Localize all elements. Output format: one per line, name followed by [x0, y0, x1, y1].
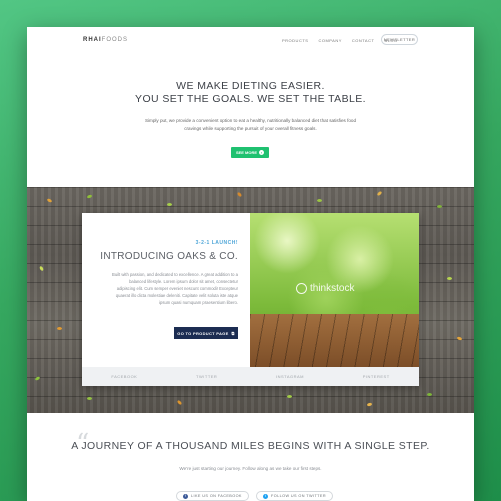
leaf-decoration	[46, 197, 53, 204]
feature-body: Built with passion, and dedicated to exc…	[112, 272, 238, 305]
leaf-decoration	[167, 203, 172, 206]
watermark-ring-icon	[296, 283, 307, 294]
quote-text: A JOURNEY OF A THOUSAND MILES BEGINS WIT…	[71, 440, 430, 452]
landing-page: RHAIFOODS PRODUCTS COMPANY CONTACT BLOG …	[27, 27, 474, 501]
feature-card: 3-2-1 LAUNCH! INTRODUCING OAKS & CO. Bui…	[82, 213, 419, 386]
leaf-decoration	[34, 375, 41, 382]
twitter-follow-label: FOLLOW US ON TWITTER	[271, 494, 326, 498]
leaf-decoration	[86, 194, 93, 199]
leaf-decoration	[427, 393, 432, 396]
logo-light-text: FOODS	[101, 37, 129, 43]
logo-bold-text: RHAI	[83, 37, 102, 43]
feature-eyebrow: 3-2-1 LAUNCH!	[195, 240, 238, 246]
facebook-like-button[interactable]: f LIKE US ON FACEBOOK	[176, 491, 249, 501]
feature-title: INTRODUCING OAKS & CO.	[100, 251, 238, 262]
leaf-decoration	[437, 205, 442, 208]
hero-title-line-2: YOU SET THE GOALS. WE SET THE TABLE.	[135, 93, 366, 105]
feature-card-content: 3-2-1 LAUNCH! INTRODUCING OAKS & CO. Bui…	[82, 213, 250, 367]
product-page-button[interactable]: GO TO PRODUCT PAGE ⧉	[174, 327, 238, 339]
nav-link-products[interactable]: PRODUCTS	[282, 38, 308, 43]
stock-watermark: thinkstock	[296, 283, 354, 294]
footer-link-twitter[interactable]: TWITTER	[196, 374, 217, 379]
wooden-table-surface	[250, 314, 419, 367]
leaf-decoration	[287, 395, 292, 398]
feature-image: thinkstock	[250, 213, 419, 367]
footer-link-pinterest[interactable]: PINTEREST	[363, 374, 390, 379]
product-page-label: GO TO PRODUCT PAGE	[177, 330, 229, 336]
leaf-decoration	[317, 199, 322, 202]
hero-title-line-1: WE MAKE DIETING EASIER.	[176, 80, 325, 92]
quote-subtitle: We're just starting our journey. Follow …	[179, 466, 322, 471]
top-navigation: RHAIFOODS PRODUCTS COMPANY CONTACT BLOG …	[27, 27, 474, 55]
hero-title: WE MAKE DIETING EASIER. YOU SET THE GOAL…	[27, 80, 474, 106]
hero-subtitle: Simply put, we provide a convenient opti…	[144, 118, 357, 131]
facebook-icon: f	[183, 493, 188, 499]
nav-link-contact[interactable]: CONTACT	[352, 38, 375, 43]
leaf-decoration	[236, 191, 243, 198]
leaf-decoration	[366, 402, 373, 407]
leaf-decoration	[176, 399, 183, 406]
leaf-decoration	[57, 327, 62, 330]
brand-logo[interactable]: RHAIFOODS	[83, 37, 128, 43]
twitter-follow-button[interactable]: t FOLLOW US ON TWITTER	[256, 491, 333, 501]
nav-link-company[interactable]: COMPANY	[318, 38, 341, 43]
leaf-decoration	[38, 265, 45, 272]
leaf-decoration	[87, 397, 92, 400]
watermark-text: thinkstock	[310, 283, 355, 294]
leaf-decoration	[456, 336, 463, 341]
arrow-circle-icon: ›	[259, 150, 265, 155]
card-social-footer: FACEBOOK TWITTER INSTAGRAM PINTEREST	[82, 367, 419, 386]
facebook-like-label: LIKE US ON FACEBOOK	[191, 494, 242, 498]
twitter-icon: t	[263, 493, 268, 499]
leaf-decoration	[376, 190, 383, 197]
leaf-decoration	[447, 277, 452, 280]
footer-link-facebook[interactable]: FACEBOOK	[111, 374, 137, 379]
footer-link-instagram[interactable]: INSTAGRAM	[276, 374, 304, 379]
external-link-icon: ⧉	[231, 330, 235, 336]
newsletter-button[interactable]: NEWSLETTER	[381, 34, 418, 45]
see-more-button[interactable]: SEE MORE ›	[231, 147, 269, 158]
see-more-label: SEE MORE	[235, 150, 258, 155]
